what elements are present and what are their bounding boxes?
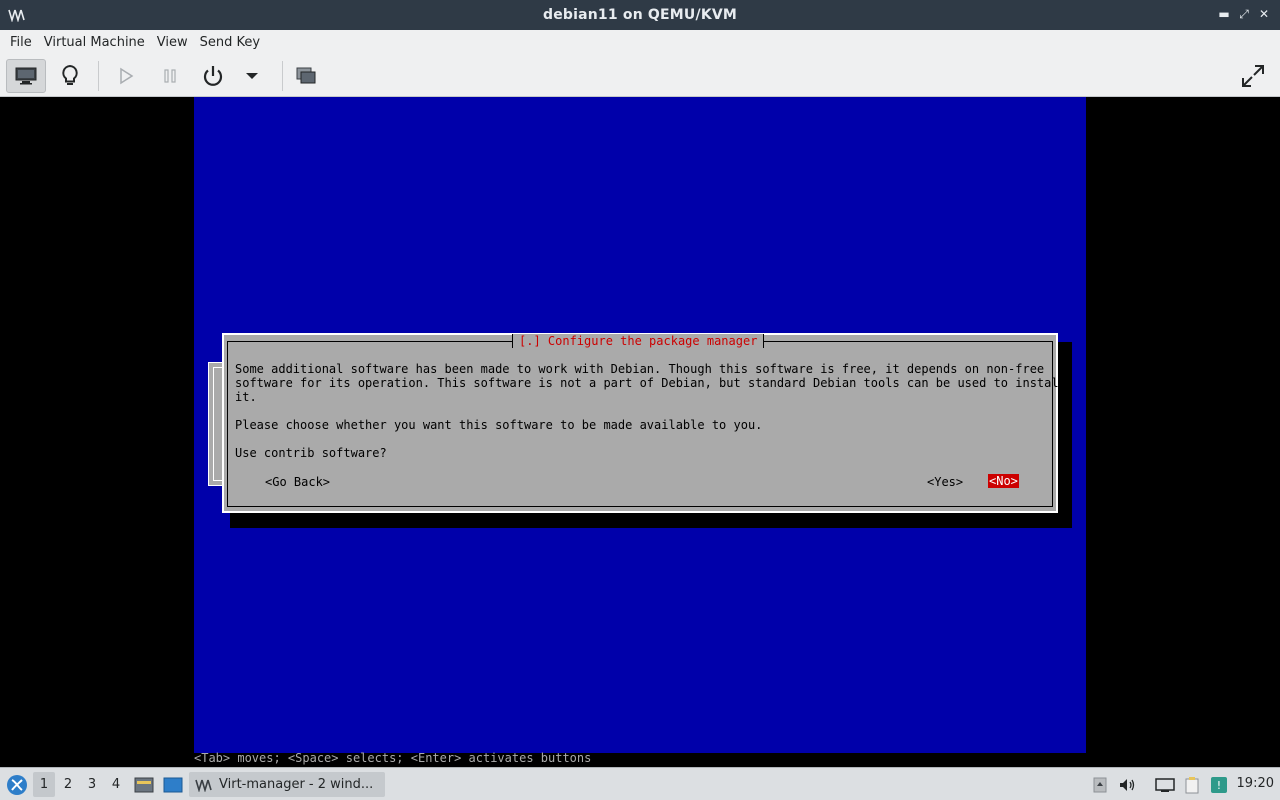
clock[interactable]: 19:20 <box>1237 776 1274 791</box>
description-line-3: it. <box>235 390 257 404</box>
taskbar-virt-manager[interactable]: Virt-manager - 2 wind... <box>189 772 385 797</box>
network-icon <box>1155 777 1175 792</box>
volume-icon <box>1120 778 1135 791</box>
menu-virtual-machine[interactable]: Virtual Machine <box>38 35 151 50</box>
desktop-1[interactable]: 1 <box>33 772 55 797</box>
fullscreen-button[interactable] <box>1233 59 1273 93</box>
run-button[interactable] <box>106 59 146 93</box>
toolbar <box>0 55 1280 97</box>
show-desktop-launcher[interactable] <box>161 772 185 797</box>
pause-icon <box>164 69 176 83</box>
menu-send-key[interactable]: Send Key <box>194 35 266 50</box>
info-icon: ! <box>1211 776 1227 793</box>
window-titlebar: debian11 on QEMU/KVM ▬ ⤢ ✕ <box>0 0 1280 30</box>
configure-package-manager-dialog: [.] Configure the package manager Some a… <box>222 333 1066 513</box>
play-icon <box>120 67 134 85</box>
svg-text:!: ! <box>1217 779 1221 792</box>
desktop-3[interactable]: 3 <box>81 772 103 797</box>
question-line: Please choose whether you want this soft… <box>235 418 763 432</box>
tray-arrow[interactable] <box>1090 772 1110 797</box>
minimize-icon[interactable]: ▬ <box>1216 6 1232 22</box>
file-manager-launcher[interactable] <box>132 772 156 797</box>
desktop-2[interactable]: 2 <box>57 772 79 797</box>
updates-indicator[interactable]: ! <box>1208 772 1230 797</box>
lxqt-logo-icon <box>7 774 27 795</box>
power-icon <box>203 66 223 86</box>
go-back-button[interactable]: <Go Back> <box>265 475 330 489</box>
dialog-title: [.] Configure the package manager <box>512 334 765 348</box>
prompt-line: Use contrib software? <box>235 446 387 460</box>
power-menu-button[interactable] <box>232 59 272 93</box>
snapshot-icon <box>296 67 316 84</box>
volume-control[interactable] <box>1116 772 1138 797</box>
details-button[interactable] <box>50 59 90 93</box>
description-line-1: Some additional software has been made t… <box>235 362 1045 376</box>
restore-icon[interactable]: ⤢ <box>1236 6 1252 22</box>
menu-view[interactable]: View <box>151 35 194 50</box>
close-icon[interactable]: ✕ <box>1256 6 1272 22</box>
tray-arrow-icon <box>1093 777 1107 792</box>
clipboard-icon <box>1185 776 1199 793</box>
virt-manager-icon <box>8 9 25 22</box>
console-button[interactable] <box>6 59 46 93</box>
window-title: debian11 on QEMU/KVM <box>542 7 738 23</box>
snapshots-button[interactable] <box>286 59 326 93</box>
yes-button[interactable]: <Yes> <box>927 475 963 489</box>
vm-display[interactable]: [.] Configure the package manager Some a… <box>0 97 1280 767</box>
desktop-4[interactable]: 4 <box>105 772 127 797</box>
dropdown-arrow-icon <box>246 73 258 79</box>
keyboard-help: <Tab> moves; <Space> selects; <Enter> ac… <box>194 751 592 765</box>
virt-manager-icon <box>195 779 212 792</box>
lightbulb-icon <box>62 64 78 85</box>
console-icon <box>15 67 37 85</box>
start-menu-button[interactable] <box>4 772 30 797</box>
task-label: Virt-manager - 2 wind... <box>219 777 374 792</box>
no-button[interactable]: <No> <box>988 474 1019 488</box>
description-line-2: software for its operation. This softwar… <box>235 376 1066 390</box>
fullscreen-icon <box>1242 65 1264 87</box>
pause-button[interactable] <box>150 59 190 93</box>
network-indicator[interactable] <box>1154 772 1176 797</box>
installer-console[interactable]: [.] Configure the package manager Some a… <box>194 97 1086 765</box>
power-button[interactable] <box>193 59 233 93</box>
clipboard-indicator[interactable] <box>1181 772 1203 797</box>
file-manager-icon <box>134 777 154 792</box>
menubar: File Virtual Machine View Send Key <box>0 30 1280 55</box>
menu-file[interactable]: File <box>4 35 38 50</box>
taskbar: 1 2 3 4 Virt-manager - 2 wind... ! 19:20 <box>0 767 1280 800</box>
desktop-icon <box>163 777 183 792</box>
